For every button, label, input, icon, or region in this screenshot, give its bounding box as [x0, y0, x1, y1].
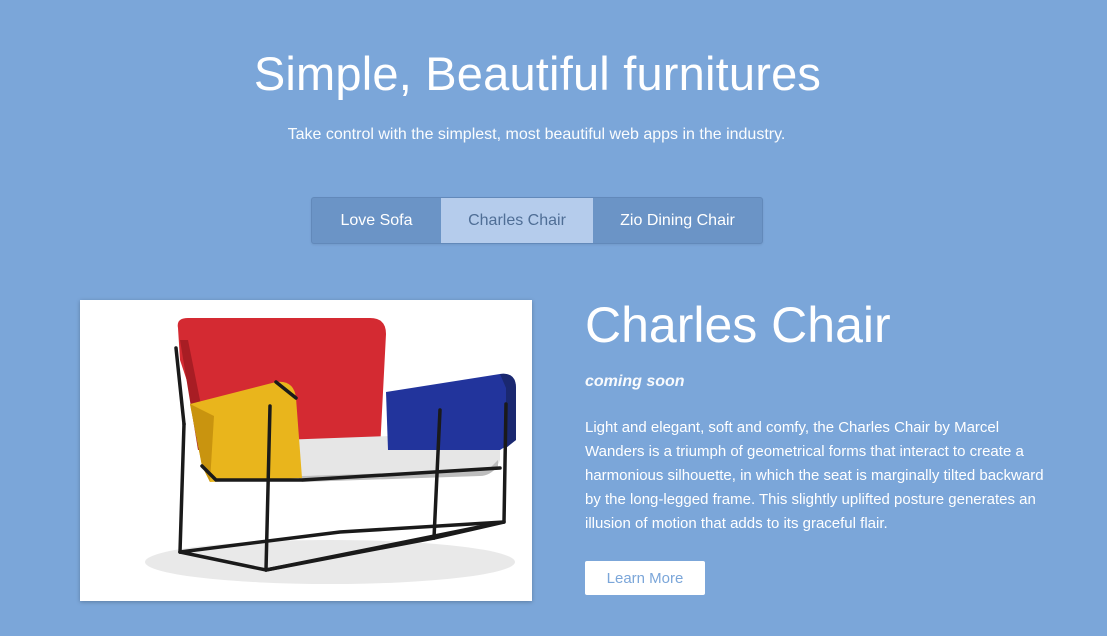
product-tabs: Love Sofa Charles Chair Zio Dining Chair [311, 197, 763, 244]
tab-zio-dining-chair[interactable]: Zio Dining Chair [593, 198, 762, 243]
product-image [80, 300, 532, 601]
tab-love-sofa[interactable]: Love Sofa [312, 198, 441, 243]
product-title: Charles Chair [585, 297, 891, 353]
product-description: Light and elegant, soft and comfy, the C… [585, 419, 1044, 532]
chair-illustration [145, 318, 516, 584]
learn-more-button[interactable]: Learn More [585, 561, 705, 595]
tab-charles-chair[interactable]: Charles Chair [441, 198, 593, 243]
hero-title: Simple, Beautiful furnitures [253, 47, 822, 100]
product-status: coming soon [585, 373, 685, 390]
hero-subtitle: Take control with the simplest, most bea… [287, 126, 786, 143]
page: Simple, Beautiful furnitures Take contro… [0, 0, 1107, 636]
